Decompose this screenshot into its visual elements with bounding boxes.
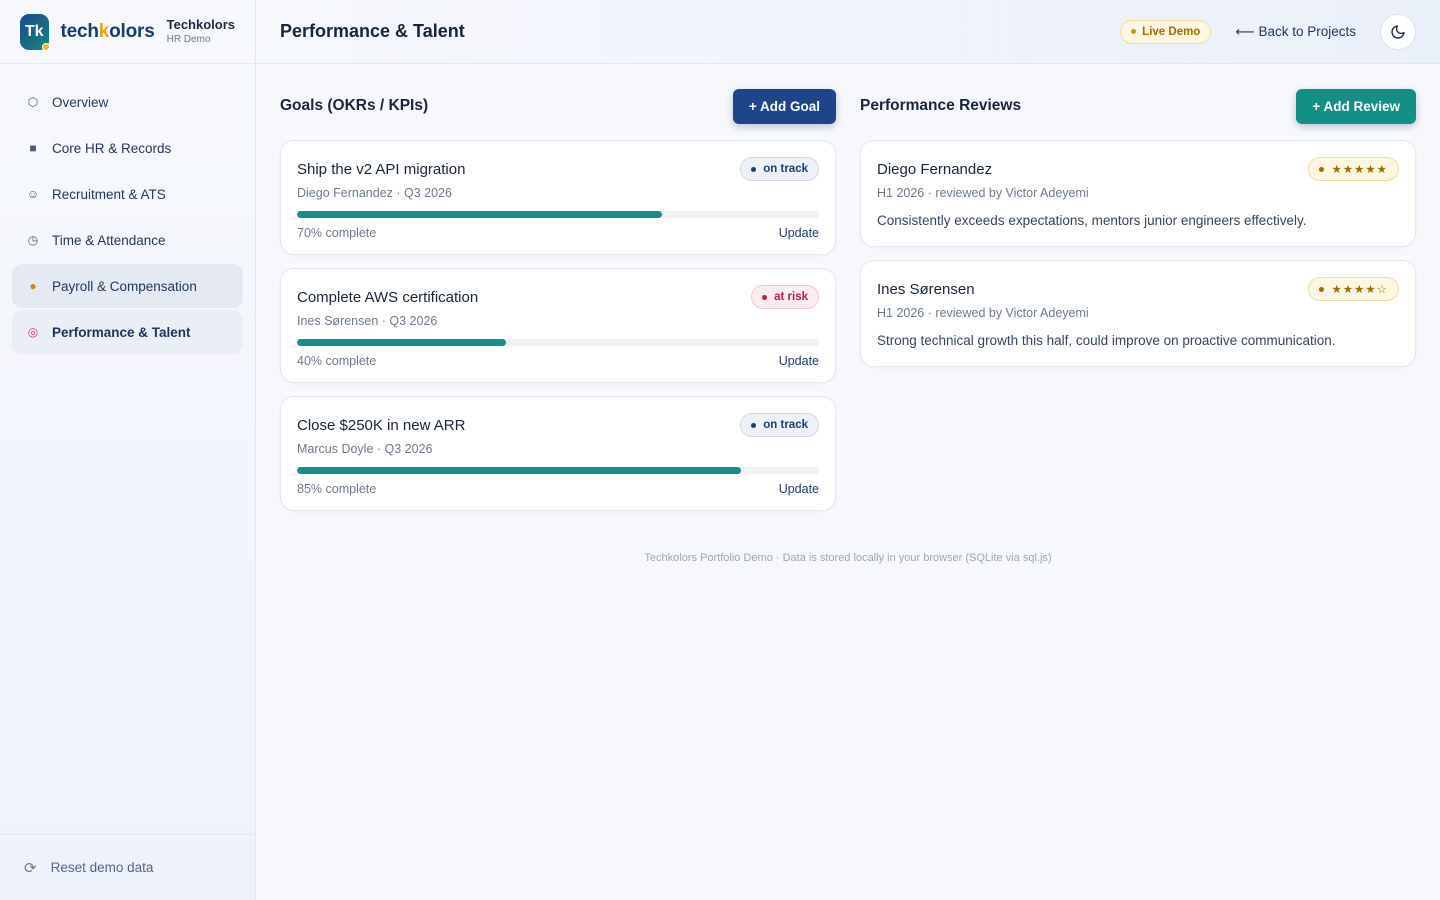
goal-card: Ship the v2 API migration on track Diego… — [280, 140, 836, 255]
rating-badge: ★★★★☆ — [1308, 277, 1399, 301]
target-icon: ◎ — [27, 325, 39, 339]
brand: Tk techkolors Techkolors HR Demo — [0, 0, 255, 64]
sidebar-item-label: Recruitment & ATS — [52, 186, 166, 202]
brand-logo-text: Tk — [24, 22, 44, 40]
sidebar-item-recruitment[interactable]: ☺ Recruitment & ATS — [12, 172, 243, 216]
status-dot-icon — [1319, 286, 1325, 292]
goal-title: Ship the v2 API migration — [297, 160, 466, 178]
reset-demo-label: Reset demo data — [50, 860, 154, 875]
money-bag-icon: ● — [29, 279, 37, 293]
sidebar-item-payroll[interactable]: ● Payroll & Compensation — [12, 264, 243, 308]
progress-fill — [297, 211, 663, 218]
reviews-section: Performance Reviews + Add Review Diego F… — [860, 88, 1416, 524]
sidebar-item-label: Performance & Talent — [52, 324, 191, 340]
brand-logo[interactable]: Tk — [20, 13, 50, 51]
review-text: Consistently exceeds expectations, mento… — [877, 213, 1307, 228]
sidebar-nav: ⬡ Overview ■ Core HR & Records ☺ Recruit… — [0, 64, 255, 372]
theme-toggle-button[interactable] — [1380, 13, 1416, 50]
progress-label: 40% complete — [297, 354, 377, 368]
star-rating-icon: ★★★★☆ — [1331, 284, 1388, 296]
status-dot-icon — [751, 166, 757, 172]
reviews-title: Performance Reviews — [860, 97, 1022, 114]
brand-wordmark: techkolors — [61, 21, 155, 43]
status-badge: on track — [740, 157, 819, 181]
footer-note: Techkolors Portfolio Demo · Data is stor… — [644, 552, 1052, 564]
goal-owner: Ines Sørensen · Q3 2026 — [297, 314, 438, 328]
sidebar-item-label: Overview — [52, 94, 109, 110]
rating-badge: ★★★★★ — [1308, 157, 1399, 181]
top-header: Performance & Talent Live Demo ⟵ Back to… — [256, 0, 1440, 64]
moon-icon — [1391, 24, 1405, 39]
header-actions: Live Demo ⟵ Back to Projects — [1120, 13, 1416, 50]
progress-label: 70% complete — [297, 226, 377, 240]
review-text: Strong technical growth this half, could… — [877, 333, 1336, 348]
brand-meta: Techkolors HR Demo — [166, 16, 235, 46]
status-dot-icon — [1131, 29, 1137, 34]
wordmark-accent: k — [98, 20, 110, 42]
status-label: on track — [763, 419, 808, 431]
review-card: Ines Sørensen ★★★★☆ H1 2026 · reviewed b… — [860, 260, 1416, 367]
progress-bar — [297, 211, 819, 218]
progress-bar — [297, 467, 819, 474]
back-to-projects-link[interactable]: ⟵ Back to Projects — [1235, 24, 1356, 40]
page-title: Performance & Talent — [280, 21, 465, 41]
goals-section: Goals (OKRs / KPIs) + Add Goal Ship the … — [280, 88, 836, 524]
reviewee-name: Ines Sørensen — [877, 280, 975, 298]
reset-demo-button[interactable]: ⟳ Reset demo data — [0, 834, 255, 900]
sidebar-item-label: Payroll & Compensation — [52, 278, 197, 294]
brand-name: Techkolors — [166, 16, 235, 32]
goal-owner: Diego Fernandez · Q3 2026 — [297, 186, 452, 200]
sidebar-item-label: Core HR & Records — [52, 140, 172, 156]
star-rating-icon: ★★★★★ — [1331, 164, 1388, 176]
main-content: Goals (OKRs / KPIs) + Add Goal Ship the … — [256, 64, 1440, 900]
add-review-button[interactable]: + Add Review — [1296, 88, 1416, 124]
goal-title: Close $250K in new ARR — [297, 416, 466, 434]
live-demo-badge: Live Demo — [1120, 19, 1212, 44]
status-dot-icon — [751, 422, 757, 428]
brand-subtitle: HR Demo — [166, 34, 211, 46]
hexagon-icon: ⬡ — [27, 95, 39, 109]
sidebar-item-overview[interactable]: ⬡ Overview — [12, 80, 243, 124]
review-card: Diego Fernandez ★★★★★ H1 2026 · reviewed… — [860, 140, 1416, 247]
status-dot-icon — [41, 42, 50, 51]
wordmark-part: tech — [60, 20, 99, 42]
progress-fill — [297, 339, 506, 346]
goal-card: Complete AWS certification at risk Ines … — [280, 268, 836, 383]
status-label: at risk — [774, 291, 808, 303]
progress-fill — [297, 467, 741, 474]
records-icon: ■ — [29, 141, 37, 155]
progress-bar — [297, 339, 819, 346]
sidebar: Tk techkolors Techkolors HR Demo ⬡ Overv… — [0, 0, 256, 900]
goal-title: Complete AWS certification — [297, 288, 479, 306]
stopwatch-icon: ◷ — [27, 233, 39, 247]
sidebar-item-core-hr[interactable]: ■ Core HR & Records — [12, 126, 243, 170]
goal-card: Close $250K in new ARR on track Marcus D… — [280, 396, 836, 511]
update-goal-link[interactable]: Update — [779, 354, 819, 368]
sidebar-item-time[interactable]: ◷ Time & Attendance — [12, 218, 243, 262]
add-goal-button[interactable]: + Add Goal — [732, 88, 836, 124]
live-demo-label: Live Demo — [1142, 25, 1201, 38]
progress-label: 85% complete — [297, 482, 377, 496]
status-badge: on track — [740, 413, 819, 437]
status-dot-icon — [1319, 166, 1325, 172]
status-label: on track — [763, 163, 808, 175]
goals-title: Goals (OKRs / KPIs) — [280, 97, 429, 114]
reviewee-name: Diego Fernandez — [877, 160, 993, 178]
sidebar-item-performance[interactable]: ◎ Performance & Talent — [12, 310, 243, 354]
update-goal-link[interactable]: Update — [779, 482, 819, 496]
status-badge: at risk — [751, 285, 819, 309]
goal-owner: Marcus Doyle · Q3 2026 — [297, 442, 433, 456]
review-meta: H1 2026 · reviewed by Victor Adeyemi — [877, 306, 1089, 320]
status-dot-icon — [762, 294, 768, 300]
refresh-icon: ⟳ — [24, 859, 37, 877]
sidebar-item-label: Time & Attendance — [52, 232, 166, 248]
wordmark-part: olors — [109, 20, 155, 42]
person-icon: ☺ — [26, 187, 40, 201]
update-goal-link[interactable]: Update — [779, 226, 819, 240]
review-meta: H1 2026 · reviewed by Victor Adeyemi — [877, 186, 1089, 200]
